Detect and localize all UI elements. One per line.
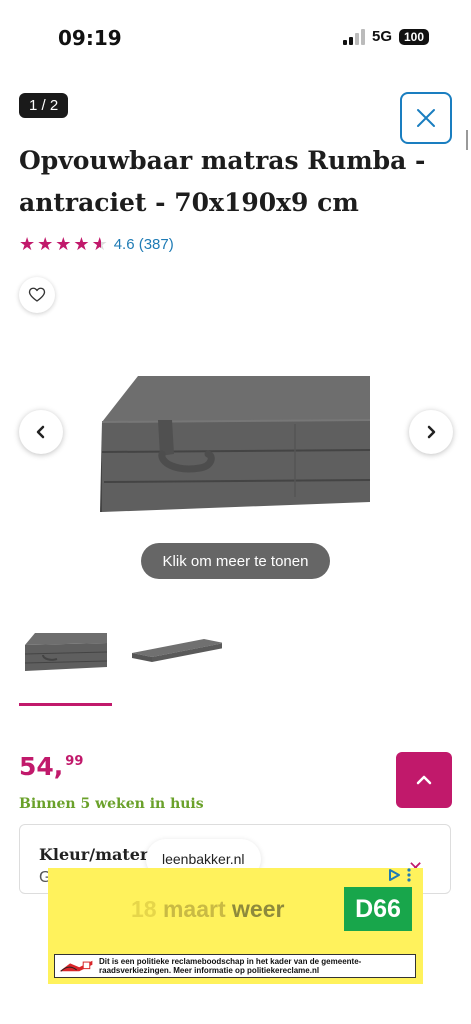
chevron-right-icon	[427, 425, 436, 439]
thumbnail-active-indicator	[19, 703, 112, 706]
status-indicators: 5G 100	[342, 28, 429, 45]
scroll-top-button[interactable]	[396, 752, 452, 808]
image-counter: 1 / 2	[19, 93, 69, 118]
star-icon: ★	[19, 234, 36, 254]
star-icon: ★	[55, 234, 72, 254]
carousel-next-button[interactable]	[409, 410, 453, 454]
half-star-icon: ★	[91, 234, 108, 254]
rating-text[interactable]: 4.6 (387)	[114, 236, 174, 253]
delivery-time: Binnen 5 weken in huis	[19, 796, 204, 812]
wishlist-button[interactable]	[19, 277, 55, 313]
ad-logo: D66	[344, 887, 412, 931]
close-icon	[417, 109, 435, 127]
ad-headline-date: 18	[131, 896, 157, 922]
more-options-icon	[407, 868, 411, 882]
price-cents: 99	[65, 754, 84, 769]
thumbnail-flat[interactable]	[128, 627, 222, 677]
product-title: Opvouwbaar matras Rumba - antraciet - 70…	[19, 146, 426, 217]
thumbnail-folded[interactable]	[19, 627, 113, 677]
product-rating[interactable]: ★ ★ ★ ★ ★ 4.6 (387)	[19, 234, 174, 254]
heart-icon	[28, 287, 46, 302]
status-time: 09:19	[58, 26, 122, 50]
star-icon: ★	[73, 234, 90, 254]
status-bar: 09:19 5G 100	[0, 0, 471, 70]
star-icon: ★	[37, 234, 54, 254]
carousel-prev-button[interactable]	[19, 410, 63, 454]
chevron-left-icon	[36, 425, 45, 439]
price-whole: 54,	[19, 752, 64, 781]
signal-icon	[342, 28, 365, 45]
ad-disclaimer-text[interactable]: Dit is een politieke reclameboodschap in…	[99, 957, 415, 975]
political-ad-flag-icon	[57, 956, 95, 976]
network-label: 5G	[371, 28, 392, 45]
ad-choices[interactable]	[387, 868, 411, 882]
product-image[interactable]	[90, 362, 385, 532]
chevron-up-icon	[416, 775, 432, 785]
ad-banner[interactable]: 18 maart weer D66 Dit is een politieke r…	[48, 868, 423, 984]
product-price: 54, 99	[19, 752, 83, 781]
ad-disclaimer: Dit is een politieke reclameboodschap in…	[54, 954, 416, 978]
ad-headline-month: maart	[162, 896, 226, 922]
ad-headline: 18 maart weer	[131, 896, 284, 923]
product-sheet: 1 / 2 Opvouwbaar matras Rumba - antracie…	[0, 82, 471, 1024]
show-more-button[interactable]: Klik om meer te tonen	[141, 543, 330, 579]
ad-choices-icon	[389, 869, 400, 881]
battery-icon: 100	[399, 28, 429, 45]
close-button[interactable]	[400, 92, 452, 144]
scroll-edge	[466, 130, 468, 150]
ad-headline-again: weer	[232, 896, 285, 922]
